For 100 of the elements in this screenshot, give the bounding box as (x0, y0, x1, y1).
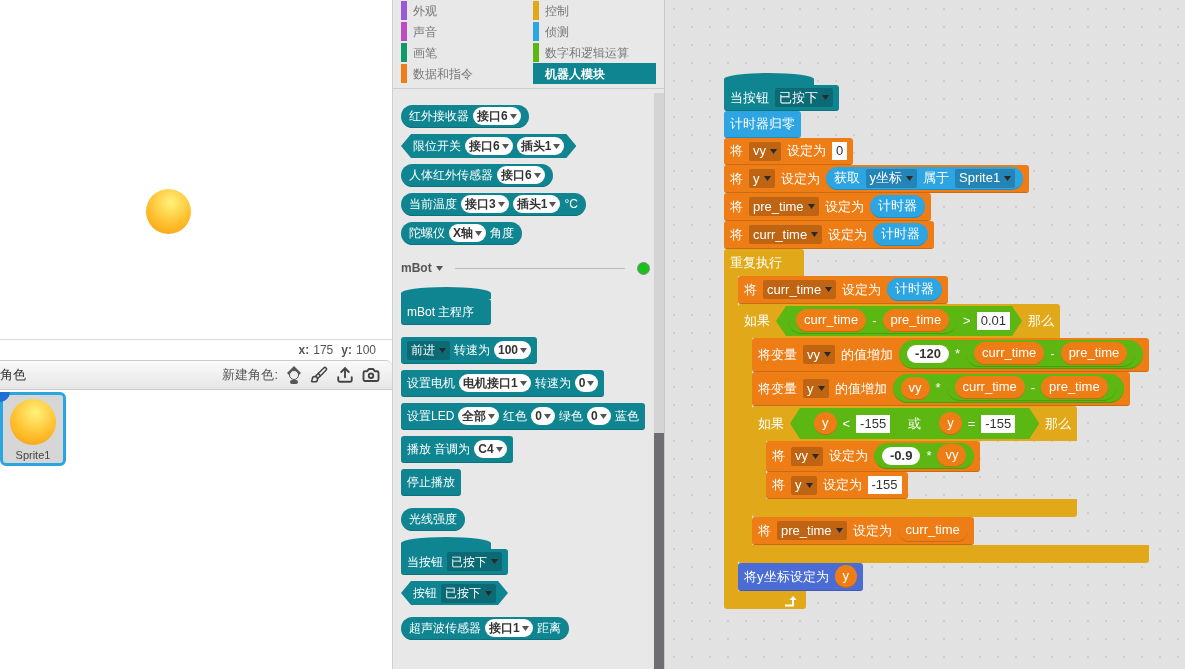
code-block[interactable]: 将变量 vy 的值增加 -120 * curr_time - pre_time (752, 338, 1150, 372)
input-field[interactable]: -155 (856, 414, 891, 433)
dropdown[interactable]: 接口6 (465, 137, 513, 155)
dropdown[interactable]: y (791, 475, 817, 495)
boolean-block[interactable]: curr_time - pre_time > 0.01 (776, 306, 1022, 336)
dropdown[interactable]: 0 (531, 407, 556, 425)
dropdown[interactable]: 已按下 (775, 88, 833, 107)
character-icon[interactable] (286, 366, 302, 384)
input-field[interactable]: 0.01 (976, 312, 1010, 330)
caret-icon (435, 265, 443, 271)
reporter-block[interactable]: 获取 y坐标 属于 Sprite1 (825, 167, 1024, 190)
dropdown[interactable]: 0 (574, 374, 599, 392)
reporter-block[interactable]: -120 * curr_time - pre_time (899, 340, 1144, 369)
camera-icon[interactable] (362, 366, 380, 384)
reporter-block[interactable]: 陀螺仪 X轴 角度 (401, 222, 522, 245)
code-block[interactable]: 将 curr_time 设定为 计时器 (738, 276, 949, 304)
caret-icon (825, 287, 833, 292)
boolean-block[interactable]: 限位开关 接口6 插头1 (401, 134, 577, 158)
input-field[interactable]: -120 (907, 345, 950, 363)
code-block[interactable]: 将 vy 设定为 0 (724, 138, 854, 165)
reporter-block[interactable]: 光线强度 (401, 508, 465, 531)
reporter-block[interactable]: 当前温度 接口3 插头1 °C (401, 193, 586, 216)
code-block[interactable]: 将 y 设定为 获取 y坐标 属于 Sprite1 (724, 165, 1030, 193)
code-block[interactable]: 将 curr_time 设定为 计时器 (724, 221, 935, 249)
block-label: 当前温度 (409, 196, 457, 213)
category-tab[interactable]: 声音 (401, 21, 525, 42)
c-block[interactable]: 如果 y < -155 或 y = -155 那么 将 vy 设定为 -0.9 * vy 将 y 设定为 -155 (752, 406, 1078, 517)
dropdown[interactable]: 全部 (458, 407, 500, 425)
caret-icon (497, 201, 505, 207)
caret-icon (475, 230, 482, 236)
code-block[interactable]: 播放 音调为 C4 (401, 436, 513, 463)
dropdown[interactable]: 100 (494, 341, 532, 359)
category-tab[interactable]: 外观 (401, 0, 525, 21)
dropdown[interactable]: 电机接口1 (459, 374, 531, 392)
code-block[interactable]: 设置电机 电机接口1 转速为 0 (401, 370, 605, 397)
dropdown[interactable]: 插头1 (512, 195, 561, 213)
category-tab[interactable]: 侦测 (532, 21, 656, 42)
dropdown[interactable]: 插头1 (516, 137, 565, 155)
reporter-block[interactable]: 超声波传感器 接口1 距离 (401, 617, 569, 640)
dropdown[interactable]: vy (803, 345, 835, 364)
dropdown[interactable]: 接口6 (473, 107, 521, 125)
c-block[interactable] (724, 249, 1150, 609)
dropdown[interactable]: 接口6 (497, 166, 545, 184)
input-field[interactable]: 0 (832, 142, 848, 160)
scrollbar[interactable] (654, 93, 664, 669)
upload-icon[interactable] (336, 366, 354, 384)
category-tab[interactable]: 机器人模块 (532, 63, 656, 84)
code-block[interactable]: 将 pre_time 设定为 curr_time (752, 517, 974, 545)
input-field[interactable]: -155 (867, 476, 902, 494)
block-label: 将 (730, 225, 743, 244)
dropdown[interactable]: vy (749, 141, 781, 161)
dropdown[interactable]: 已按下 (441, 583, 496, 603)
dropdown[interactable]: curr_time (749, 225, 823, 244)
dropdown[interactable]: C4 (474, 440, 507, 458)
input-field[interactable]: -155 (981, 414, 1016, 433)
reporter-block[interactable]: 红外接收器 接口6 (401, 105, 529, 128)
brush-icon[interactable] (310, 366, 328, 384)
reporter-block[interactable]: -0.9 * vy (874, 443, 975, 469)
category-tab[interactable]: 数据和指令 (401, 63, 525, 84)
block-label: 计时器归零 (730, 115, 795, 134)
dropdown[interactable]: 接口3 (461, 195, 509, 213)
dropdown[interactable]: 0 (587, 407, 611, 425)
dropdown[interactable]: Sprite1 (955, 168, 1016, 188)
boolean-block[interactable]: 按钮 已按下 (401, 581, 508, 605)
code-block[interactable]: 将y坐标设定为 y (738, 563, 863, 591)
dropdown[interactable]: 接口1 (485, 619, 533, 637)
block-label: 的值增加 (834, 379, 887, 398)
dropdown[interactable]: pre_time (777, 521, 847, 540)
caret-icon (488, 413, 496, 419)
dropdown[interactable]: X轴 (449, 224, 486, 242)
block-label: pre_time (890, 311, 942, 330)
block-label: 属于 (923, 169, 949, 188)
sprite-tile[interactable]: Sprite1 (0, 392, 66, 466)
caret-icon (587, 380, 595, 386)
info-badge[interactable] (0, 392, 10, 402)
block-label: < (842, 414, 851, 433)
dropdown[interactable]: vy (791, 446, 823, 466)
code-block[interactable]: 将 y 设定为 -155 (766, 472, 908, 499)
category-tab[interactable]: 控制 (532, 0, 656, 21)
input-field[interactable]: -0.9 (882, 446, 921, 465)
code-block[interactable]: 将 pre_time 设定为 计时器 (724, 193, 931, 221)
code-block[interactable]: 将变量 y 的值增加 vy * curr_time - pre_time (752, 372, 1130, 406)
code-block[interactable]: 设置LED 全部 红色 0 绿色 0 蓝色 (401, 403, 645, 430)
dropdown[interactable]: pre_time (749, 197, 819, 216)
code-block[interactable]: 停止播放 (401, 469, 461, 496)
section-title[interactable]: mBot (401, 259, 432, 277)
block-label: 将 (772, 447, 785, 466)
caret-icon (770, 148, 777, 154)
dropdown[interactable]: y (749, 169, 775, 188)
dropdown[interactable]: y (803, 379, 829, 398)
reporter-block[interactable]: 人体红外传感器 接口6 (401, 164, 553, 187)
code-block[interactable]: 将 vy 设定为 -0.9 * vy (766, 441, 981, 472)
category-tab[interactable]: 数字和逻辑运算 (532, 42, 656, 63)
category-tab[interactable]: 画笔 (401, 42, 525, 63)
dropdown[interactable]: y坐标 (865, 168, 917, 188)
dropdown[interactable]: 已按下 (447, 552, 502, 571)
dropdown[interactable]: 前进 (407, 340, 450, 360)
dropdown[interactable]: curr_time (763, 280, 837, 299)
code-block[interactable]: 前进 转速为 100 (401, 337, 538, 364)
boolean-block[interactable]: y < -155 或 y = -155 (790, 408, 1040, 439)
